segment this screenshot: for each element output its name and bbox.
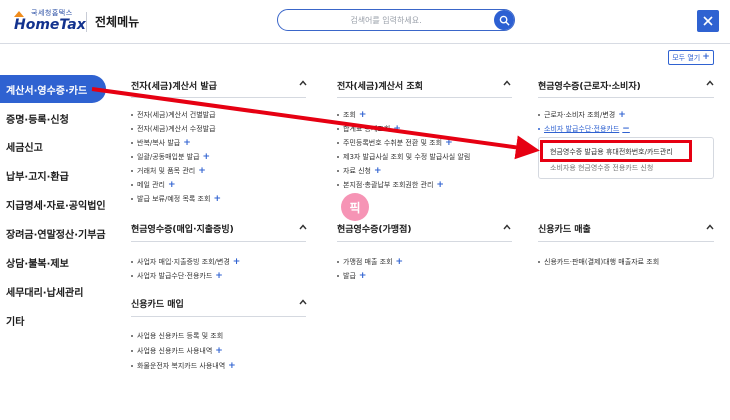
list-item[interactable]: 합계표 통계조회 + — [337, 124, 401, 134]
sidebar-item-tax-return[interactable]: 세금신고 — [0, 132, 106, 160]
plus-icon: + — [358, 270, 367, 281]
section-divider — [337, 97, 512, 98]
section-title-etax-query[interactable]: 전자(세금)계산서 조회 — [337, 79, 423, 92]
section-title-etax-issue[interactable]: 전자(세금)계산서 발급 — [131, 79, 217, 92]
plus-icon: + — [374, 165, 382, 176]
sidebar-item-payment[interactable]: 납부·고지·환급 — [0, 161, 106, 189]
logo-wordmark: HomeTax — [14, 17, 86, 33]
list-item[interactable]: 신용카드·판매(결제)대행 매출자료 조회 — [538, 257, 659, 267]
chevron-up-icon[interactable] — [706, 224, 714, 230]
chevron-up-icon[interactable] — [706, 80, 714, 86]
list-item[interactable]: 화물운전자 복지카드 사용내역 + — [131, 361, 236, 371]
list-item[interactable]: 근로자·소비자 조회/변경 + — [538, 110, 626, 120]
hometax-logo[interactable]: 국세청홈택스 HomeTax — [12, 8, 86, 36]
plus-icon: + — [358, 109, 367, 120]
plus-icon: + — [436, 179, 444, 190]
section-divider — [131, 316, 306, 317]
plus-icon: + — [168, 179, 176, 190]
plus-icon: + — [215, 270, 223, 281]
plus-icon: + — [702, 52, 710, 62]
list-item[interactable]: 메일 관리 + — [131, 180, 176, 190]
chevron-up-icon[interactable] — [503, 80, 511, 86]
expand-all-button[interactable]: 모두 열기 + — [668, 50, 714, 65]
sidebar-item-incentive[interactable]: 장려금·연말정산·기부금 — [0, 219, 106, 247]
expand-all-label: 모두 열기 — [672, 53, 701, 62]
sidebar-item-payment-statement[interactable]: 지급명세·자료·공익법인 — [0, 190, 106, 218]
list-item[interactable]: 사업용 신용카드 사용내역 + — [131, 346, 223, 356]
plus-icon: + — [228, 360, 236, 371]
plus-icon: + — [213, 193, 221, 204]
list-item[interactable]: 사업자 발급수단·전용카드 + — [131, 271, 223, 281]
search-icon — [499, 15, 510, 26]
search-box — [277, 9, 515, 31]
list-item[interactable]: 일괄/공동매입분 발급 + — [131, 152, 210, 162]
list-item[interactable]: 전자(세금)계산서 건별발급 — [131, 110, 216, 120]
annotation-highlight-box — [540, 140, 692, 162]
header-divider — [86, 12, 87, 32]
list-item[interactable]: 반복/복사 발급 + — [131, 138, 191, 148]
list-item[interactable]: 사업자 매입·지출증빙 조회/변경 + — [131, 257, 240, 267]
chevron-up-icon[interactable] — [299, 299, 307, 305]
plus-icon: + — [393, 123, 401, 134]
section-title-credit-purchase[interactable]: 신용카드 매입 — [131, 297, 184, 310]
header-bar: 국세청홈택스 HomeTax 전체메뉴 — [0, 0, 730, 44]
list-item[interactable]: 발급 보류/예정 목록 조회 + — [131, 194, 221, 204]
list-item[interactable]: 전자(세금)계산서 수정발급 — [131, 124, 216, 134]
page-title: 전체메뉴 — [95, 15, 140, 29]
section-divider — [131, 97, 306, 98]
list-item[interactable]: 조회 + — [337, 110, 366, 120]
section-divider — [538, 241, 714, 242]
submenu-item-card-apply[interactable]: 소비자용 현금영수증 전용카드 신청 — [550, 163, 653, 173]
list-item[interactable]: 사업용 신용카드 등록 및 조회 — [131, 331, 223, 341]
list-item[interactable]: 자료 신청 + — [337, 166, 382, 176]
plus-icon: + — [445, 137, 453, 148]
plus-icon: + — [215, 345, 223, 356]
watermark-badge: 픽 — [341, 193, 369, 221]
plus-icon: + — [183, 137, 191, 148]
chevron-up-icon[interactable] — [503, 224, 511, 230]
list-item[interactable]: 가맹점 매출 조회 + — [337, 257, 403, 267]
search-input[interactable] — [286, 13, 486, 27]
list-item[interactable]: 본지점·총괄납부 조회권한 관리 + — [337, 180, 444, 190]
minus-icon: − — [622, 123, 630, 134]
plus-icon: + — [395, 256, 404, 267]
section-title-cash-receipt-business[interactable]: 현금영수증(매입·지출증빙) — [131, 222, 234, 235]
section-title-cash-receipt-consumer[interactable]: 현금영수증(근로자·소비자) — [538, 79, 641, 92]
chevron-up-icon[interactable] — [299, 80, 307, 86]
list-item[interactable]: 제3자 발급사실 조회 및 수정 발급사실 알림 — [337, 152, 470, 162]
section-title-credit-sales[interactable]: 신용카드 매출 — [538, 222, 591, 235]
section-divider — [538, 97, 714, 98]
sidebar-item-consultation[interactable]: 상담·불복·제보 — [0, 248, 106, 276]
list-item-consumer-card[interactable]: 소비자 발급수단·전용카드 − — [538, 124, 630, 134]
close-button[interactable] — [697, 10, 719, 32]
plus-icon: + — [202, 151, 211, 162]
close-icon — [703, 16, 713, 26]
plus-icon: + — [232, 256, 241, 267]
section-title-cash-receipt-merchant[interactable]: 현금영수증(가맹점) — [337, 222, 411, 235]
sidebar-item-receipts-cards[interactable]: 계산서·영수증·카드 — [0, 75, 106, 103]
list-item[interactable]: 주민등록번호 수취분 전환 및 조회 + — [337, 138, 453, 148]
list-item[interactable]: 발급 + — [337, 271, 366, 281]
list-item[interactable]: 거래처 및 품목 관리 + — [131, 166, 206, 176]
section-divider — [337, 241, 512, 242]
sidebar-item-etc[interactable]: 기타 — [0, 306, 106, 334]
sidebar-item-tax-agent[interactable]: 세무대리·납세관리 — [0, 277, 106, 305]
chevron-up-icon[interactable] — [299, 224, 307, 230]
search-button[interactable] — [494, 10, 514, 30]
section-divider — [131, 241, 306, 242]
plus-icon: + — [198, 165, 206, 176]
plus-icon: + — [618, 109, 626, 120]
sidebar-item-certificates[interactable]: 증명·등록·신청 — [0, 104, 106, 132]
